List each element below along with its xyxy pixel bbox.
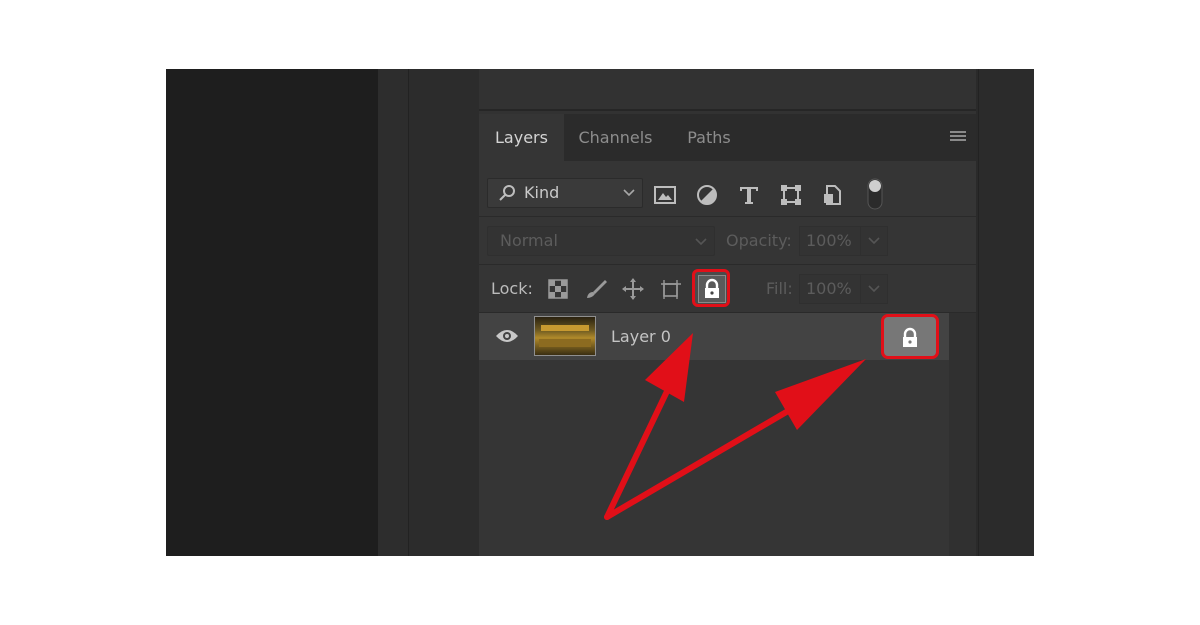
search-icon — [499, 185, 515, 201]
thumbnail-detail — [539, 339, 591, 347]
right-dock-strip — [978, 69, 1034, 556]
layer-row[interactable]: Layer 0 — [479, 313, 949, 360]
tab-layers[interactable]: Layers — [479, 114, 564, 161]
layers-list-empty-area — [479, 360, 949, 556]
tool-strip — [378, 69, 409, 556]
lock-all-icon — [705, 278, 719, 298]
chevron-down-icon — [868, 237, 880, 245]
lock-all-button[interactable] — [692, 269, 730, 307]
tab-channels[interactable]: Channels — [564, 114, 667, 161]
layer-lock-indicator[interactable] — [881, 314, 939, 359]
panel-dock-strip — [409, 69, 480, 556]
lock-icon — [903, 327, 917, 347]
eye-icon[interactable] — [495, 327, 519, 345]
panel-menu-icon[interactable] — [950, 131, 966, 143]
lock-image-pixels-icon[interactable] — [584, 277, 608, 301]
fill-dropdown[interactable] — [860, 274, 888, 304]
canvas-area — [166, 69, 378, 556]
lock-artboard-icon[interactable] — [659, 277, 683, 301]
opacity-dropdown[interactable] — [860, 226, 888, 256]
opacity-label: Opacity: — [726, 231, 792, 250]
adjustment-filter-icon[interactable] — [695, 183, 719, 207]
chevron-down-icon — [868, 285, 880, 293]
lock-label: Lock: — [491, 279, 533, 298]
panel-scroll-gutter — [949, 313, 976, 556]
app-frame: Layers Channels Paths Kind Normal Opacit… — [166, 69, 1034, 556]
lock-all-button-face — [698, 275, 726, 303]
filter-row: Kind — [479, 161, 976, 217]
fill-label: Fill: — [766, 279, 793, 298]
layer-thumbnail — [534, 316, 596, 356]
kind-filter-label: Kind — [524, 183, 560, 202]
image-filter-icon[interactable] — [653, 183, 677, 207]
layer-name[interactable]: Layer 0 — [611, 327, 671, 346]
panel-tabs: Layers Channels Paths — [479, 114, 976, 161]
chevron-down-icon — [623, 189, 635, 197]
type-filter-icon[interactable] — [737, 183, 761, 207]
opacity-input[interactable]: 100% — [799, 226, 861, 256]
blend-row: Normal Opacity: 100% — [479, 217, 976, 265]
tab-paths[interactable]: Paths — [667, 114, 751, 161]
layers-panel: Layers Channels Paths Kind Normal Opacit… — [479, 69, 976, 556]
lock-transparent-pixels-icon[interactable] — [546, 277, 570, 301]
thumbnail-detail — [541, 325, 589, 331]
kind-filter-select[interactable]: Kind — [487, 178, 643, 208]
blend-mode-select[interactable]: Normal — [487, 226, 715, 256]
lock-row: Lock: Fill: 100% — [479, 265, 976, 313]
lock-position-icon[interactable] — [621, 277, 645, 301]
chevron-down-icon — [695, 238, 707, 246]
filter-toggle-icon[interactable] — [863, 177, 887, 211]
smart-object-filter-icon[interactable] — [821, 183, 845, 207]
fill-input[interactable]: 100% — [799, 274, 861, 304]
blend-mode-label: Normal — [500, 231, 558, 250]
upper-panel — [479, 69, 976, 111]
shape-filter-icon[interactable] — [779, 183, 803, 207]
